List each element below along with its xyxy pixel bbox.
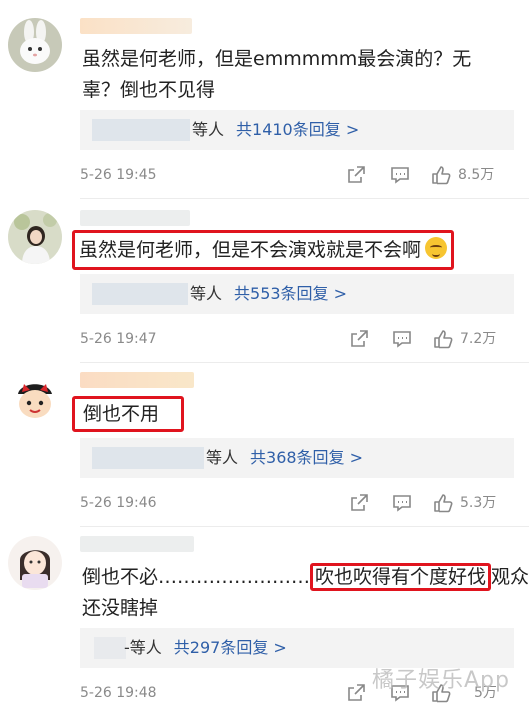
timestamp: 5-26 19:45 [80, 167, 157, 183]
replies-preview[interactable]: 等人 共1410条回复 > [80, 110, 514, 150]
like-count: 5.3万 [460, 495, 497, 511]
divider [80, 198, 529, 199]
view-replies-link[interactable]: 共553条回复 > [234, 284, 347, 303]
avatar[interactable] [8, 536, 62, 590]
avatar[interactable] [8, 18, 62, 72]
reply-usernames-redacted [92, 447, 204, 469]
comment-icon[interactable] [389, 164, 411, 186]
comment-text: 倒也不用 [72, 396, 185, 432]
timestamp: 5-26 19:46 [80, 495, 157, 511]
username-redacted[interactable] [80, 536, 194, 552]
replies-suffix: 等人 [192, 120, 225, 139]
like-icon[interactable] [432, 492, 454, 514]
view-replies-link[interactable]: 共297条回复 > [174, 638, 287, 657]
replies-preview[interactable]: 等人 共368条回复 > [80, 438, 514, 478]
replies-preview[interactable]: 等人 共553条回复 > [80, 274, 514, 314]
share-icon[interactable] [345, 682, 367, 704]
share-icon[interactable] [345, 164, 367, 186]
comment-text: 倒也不必…………………… 吹也吹得有个度好伐 观众 还没瞎掉 [82, 562, 529, 624]
like-icon[interactable] [430, 164, 452, 186]
divider [80, 526, 529, 527]
timestamp: 5-26 19:48 [80, 685, 157, 701]
username-redacted[interactable] [80, 372, 194, 388]
comment-text: 虽然是何老师，但是emmmmm最会演的？无 辜？倒也不见得 [82, 48, 472, 101]
divider [80, 362, 529, 363]
reply-usernames-redacted [92, 119, 190, 141]
avatar-cartoon-image [8, 372, 62, 426]
like-count: 7.2万 [460, 331, 497, 347]
comment-meta: 5-26 19:46 5.3万 [80, 492, 500, 514]
highlighted-comment: 吹也吹得有个度好伐 [310, 563, 492, 591]
replies-suffix: 等人 [206, 448, 239, 467]
highlighted-comment: 倒也不用 [72, 396, 185, 432]
comment-icon[interactable] [391, 328, 413, 350]
avatar[interactable] [8, 210, 62, 264]
avatar-drawing-image [8, 536, 62, 590]
replies-suffix: -等人 [124, 638, 162, 657]
replies-suffix: 等人 [190, 284, 223, 303]
avatar[interactable] [8, 372, 62, 426]
reply-usernames-redacted [92, 283, 188, 305]
like-count: 8.5万 [458, 167, 495, 183]
view-replies-link[interactable]: 共368条回复 > [250, 448, 363, 467]
avatar-rabbit-image [8, 18, 62, 72]
comment-icon[interactable] [391, 492, 413, 514]
share-icon[interactable] [348, 492, 370, 514]
view-replies-link[interactable]: 共1410条回复 > [236, 120, 359, 139]
watermark-text: 橘子娱乐App [372, 668, 510, 693]
share-icon[interactable] [348, 328, 370, 350]
comment-meta: 5-26 19:47 7.2万 [80, 328, 500, 350]
highlighted-comment: 虽然是何老师，但是不会演戏就是不会啊 [72, 230, 455, 270]
comment-meta: 5-26 19:45 8.5万 [80, 164, 500, 186]
smiling-emoji-icon [425, 237, 448, 259]
timestamp: 5-26 19:47 [80, 331, 157, 347]
reply-usernames-redacted [94, 637, 126, 659]
comment-text: 虽然是何老师，但是不会演戏就是不会啊 [72, 230, 455, 270]
avatar-girl-photo [8, 210, 62, 264]
username-redacted[interactable] [80, 210, 190, 226]
username-redacted[interactable] [80, 18, 192, 34]
like-icon[interactable] [432, 328, 454, 350]
